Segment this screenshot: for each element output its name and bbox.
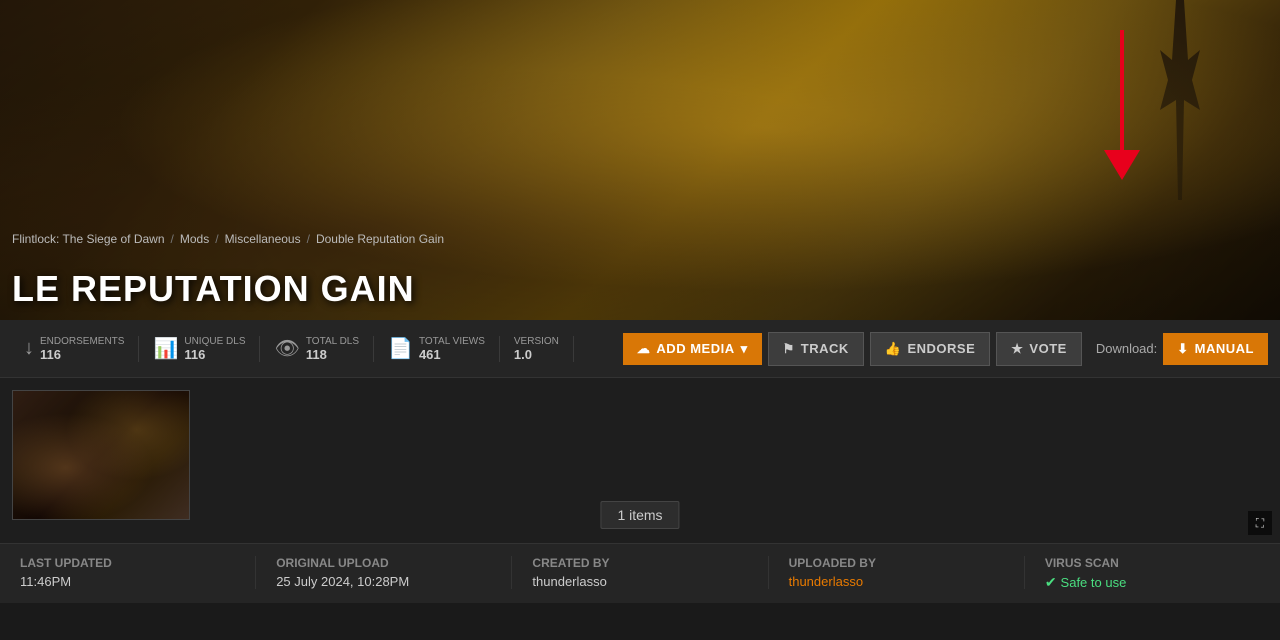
total-views-icon: 📄 bbox=[388, 336, 413, 361]
endorse-button[interactable]: 👍 ENDORSE bbox=[870, 332, 990, 366]
arrow-shaft bbox=[1120, 30, 1124, 150]
last-updated-value: 11:46PM bbox=[20, 574, 235, 589]
total-dls-stat: 👁 Total DLs 118 bbox=[260, 336, 374, 362]
add-media-icon: ☁ bbox=[637, 341, 651, 357]
endorsements-value: 116 bbox=[40, 347, 124, 362]
download-label: Download: bbox=[1096, 341, 1157, 356]
unique-dls-label: Unique DLs bbox=[184, 336, 245, 347]
version-stat: Version 1.0 bbox=[500, 336, 574, 362]
track-icon: ⚑ bbox=[783, 341, 795, 357]
breadcrumb-sep-1: / bbox=[171, 232, 174, 246]
items-count: 1 items bbox=[617, 507, 662, 523]
gallery-thumb-inner bbox=[13, 391, 189, 519]
version-value: 1.0 bbox=[514, 347, 559, 362]
add-media-label: ADD MEDIA bbox=[656, 341, 734, 356]
breadcrumb-game-link[interactable]: Flintlock: The Siege of Dawn bbox=[12, 232, 165, 246]
breadcrumb-sep-2: / bbox=[215, 232, 218, 246]
expand-button[interactable]: ⛶ bbox=[1248, 511, 1272, 535]
stats-bar: ↓ Endorsements 116 📊 Unique DLs 116 👁 To… bbox=[0, 320, 1280, 378]
last-updated-col: Last updated 11:46PM bbox=[0, 556, 256, 589]
last-updated-label: Last updated bbox=[20, 556, 235, 570]
unique-dls-icon: 📊 bbox=[153, 336, 178, 361]
total-views-stat: 📄 Total views 461 bbox=[374, 336, 500, 362]
red-arrow-annotation bbox=[1104, 30, 1140, 180]
track-label: TRACK bbox=[801, 341, 849, 356]
vote-icon: ★ bbox=[1011, 341, 1023, 357]
vote-label: VOTE bbox=[1029, 341, 1066, 356]
stats-left: ↓ Endorsements 116 📊 Unique DLs 116 👁 To… bbox=[0, 336, 623, 362]
original-upload-label: Original upload bbox=[276, 556, 491, 570]
stats-right: ☁ ADD MEDIA ▾ ⚑ TRACK 👍 ENDORSE ★ VOTE D… bbox=[623, 332, 1280, 366]
endorsements-label: Endorsements bbox=[40, 336, 124, 347]
breadcrumb-mods-link[interactable]: Mods bbox=[180, 232, 209, 246]
uploaded-by-col: Uploaded by thunderlasso bbox=[769, 556, 1025, 589]
manual-label: MANUAL bbox=[1195, 341, 1254, 356]
created-by-col: Created by thunderlasso bbox=[512, 556, 768, 589]
version-info: Version 1.0 bbox=[514, 336, 559, 362]
manual-download-icon: ⬇ bbox=[1177, 341, 1188, 357]
unique-dls-value: 116 bbox=[184, 347, 245, 362]
total-dls-label: Total DLs bbox=[306, 336, 359, 347]
gallery-section: ⛶ 1 items bbox=[0, 378, 1280, 543]
virus-scan-value: ✔ Safe to use bbox=[1045, 574, 1260, 591]
manual-download-button[interactable]: ⬇ MANUAL bbox=[1163, 333, 1268, 365]
total-views-label: Total views bbox=[419, 336, 485, 347]
breadcrumb-current: Double Reputation Gain bbox=[316, 232, 444, 246]
unique-dls-info: Unique DLs 116 bbox=[184, 336, 245, 362]
created-by-value: thunderlasso bbox=[532, 574, 747, 589]
hero-section: Flintlock: The Siege of Dawn / Mods / Mi… bbox=[0, 0, 1280, 320]
original-upload-col: Original upload 25 July 2024, 10:28PM bbox=[256, 556, 512, 589]
expand-icon: ⛶ bbox=[1256, 516, 1264, 531]
track-button[interactable]: ⚑ TRACK bbox=[768, 332, 864, 366]
safe-text: Safe to use bbox=[1061, 575, 1127, 590]
page-title: LE REPUTATION GAIN bbox=[0, 268, 427, 310]
arrow-head bbox=[1104, 150, 1140, 180]
original-upload-value: 25 July 2024, 10:28PM bbox=[276, 574, 491, 589]
gallery-thumbnail[interactable] bbox=[12, 390, 190, 520]
total-dls-icon: 👁 bbox=[274, 336, 299, 361]
total-dls-info: Total DLs 118 bbox=[306, 336, 359, 362]
endorsements-icon: ↓ bbox=[24, 337, 34, 360]
footer-bar: Last updated 11:46PM Original upload 25 … bbox=[0, 543, 1280, 603]
breadcrumb-sep-3: / bbox=[307, 232, 310, 246]
add-media-chevron-icon: ▾ bbox=[741, 341, 748, 357]
safe-icon: ✔ bbox=[1045, 574, 1057, 591]
total-views-value: 461 bbox=[419, 347, 485, 362]
endorse-icon: 👍 bbox=[885, 341, 902, 357]
uploaded-by-value[interactable]: thunderlasso bbox=[789, 574, 1004, 589]
total-dls-value: 118 bbox=[306, 347, 359, 362]
breadcrumb: Flintlock: The Siege of Dawn / Mods / Mi… bbox=[0, 226, 456, 252]
add-media-button[interactable]: ☁ ADD MEDIA ▾ bbox=[623, 333, 762, 365]
uploaded-by-label: Uploaded by bbox=[789, 556, 1004, 570]
items-indicator: 1 items bbox=[600, 501, 679, 529]
vote-button[interactable]: ★ VOTE bbox=[996, 332, 1082, 366]
virus-scan-label: Virus scan bbox=[1045, 556, 1260, 570]
unique-dls-stat: 📊 Unique DLs 116 bbox=[139, 336, 260, 362]
endorsements-info: Endorsements 116 bbox=[40, 336, 124, 362]
breadcrumb-category-link[interactable]: Miscellaneous bbox=[225, 232, 301, 246]
endorse-label: ENDORSE bbox=[907, 341, 975, 356]
version-label: Version bbox=[514, 336, 559, 347]
created-by-label: Created by bbox=[532, 556, 747, 570]
total-views-info: Total views 461 bbox=[419, 336, 485, 362]
endorsements-stat: ↓ Endorsements 116 bbox=[10, 336, 139, 362]
virus-scan-col: Virus scan ✔ Safe to use bbox=[1025, 556, 1280, 591]
